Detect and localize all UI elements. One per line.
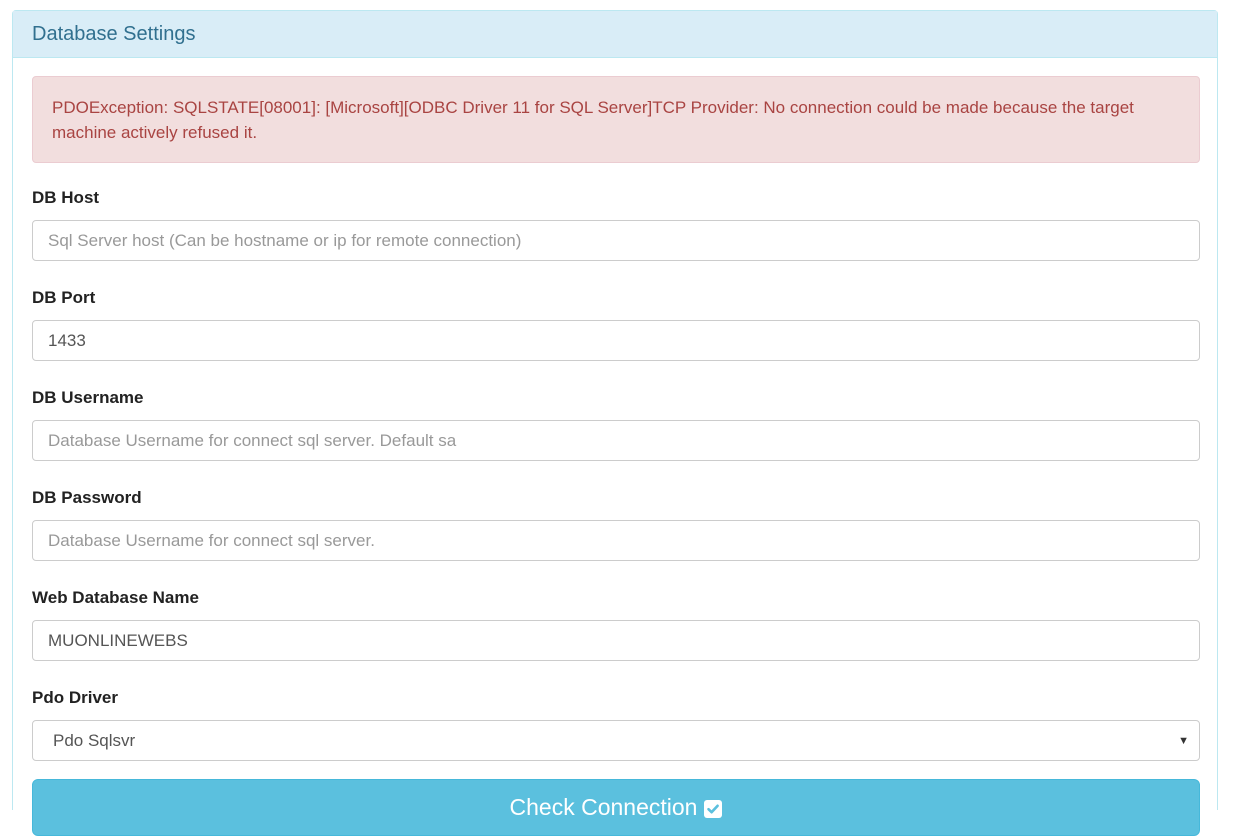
check-square-icon xyxy=(704,799,723,818)
db-username-placeholder: Database Username for connect sql server… xyxy=(48,430,457,450)
error-alert: PDOException: SQLSTATE[08001]: [Microsof… xyxy=(32,76,1200,163)
pdo-driver-select[interactable]: Pdo Sqlsvr ▼ xyxy=(32,720,1200,761)
panel-body: PDOException: SQLSTATE[08001]: [Microsof… xyxy=(13,58,1217,836)
db-password-group: DB Password Database Username for connec… xyxy=(32,486,1200,561)
db-password-placeholder: Database Username for connect sql server… xyxy=(48,530,375,550)
db-password-label: DB Password xyxy=(32,488,142,507)
db-port-group: DB Port 1433 xyxy=(32,286,1200,361)
db-password-input[interactable]: Database Username for connect sql server… xyxy=(32,520,1200,561)
pdo-driver-label: Pdo Driver xyxy=(32,688,118,707)
db-host-placeholder: Sql Server host (Can be hostname or ip f… xyxy=(48,230,522,250)
web-db-name-value: MUONLINEWEBS xyxy=(48,630,188,650)
error-message: PDOException: SQLSTATE[08001]: [Microsof… xyxy=(52,98,1134,142)
db-host-input[interactable]: Sql Server host (Can be hostname or ip f… xyxy=(32,220,1200,261)
db-port-input[interactable]: 1433 xyxy=(32,320,1200,361)
panel-title: Database Settings xyxy=(32,22,196,45)
button-row: Check Connection xyxy=(32,779,1200,836)
check-connection-label: Check Connection xyxy=(509,794,698,820)
db-host-group: DB Host Sql Server host (Can be hostname… xyxy=(32,186,1200,261)
panel-heading: Database Settings xyxy=(13,11,1217,58)
db-username-group: DB Username Database Username for connec… xyxy=(32,386,1200,461)
db-port-label: DB Port xyxy=(32,288,96,307)
check-connection-button[interactable]: Check Connection xyxy=(32,779,1200,836)
pdo-driver-group: Pdo Driver Pdo Sqlsvr ▼ xyxy=(32,686,1200,761)
web-db-name-label: Web Database Name xyxy=(32,588,199,607)
web-db-name-group: Web Database Name MUONLINEWEBS xyxy=(32,586,1200,661)
database-settings-panel: Database Settings PDOException: SQLSTATE… xyxy=(12,10,1218,836)
web-db-name-input[interactable]: MUONLINEWEBS xyxy=(32,620,1200,661)
db-port-value: 1433 xyxy=(48,330,86,350)
db-username-label: DB Username xyxy=(32,388,144,407)
db-username-input[interactable]: Database Username for connect sql server… xyxy=(32,420,1200,461)
pdo-driver-selected: Pdo Sqlsvr xyxy=(53,730,136,750)
db-host-label: DB Host xyxy=(32,188,100,207)
chevron-down-icon: ▼ xyxy=(1178,734,1189,747)
